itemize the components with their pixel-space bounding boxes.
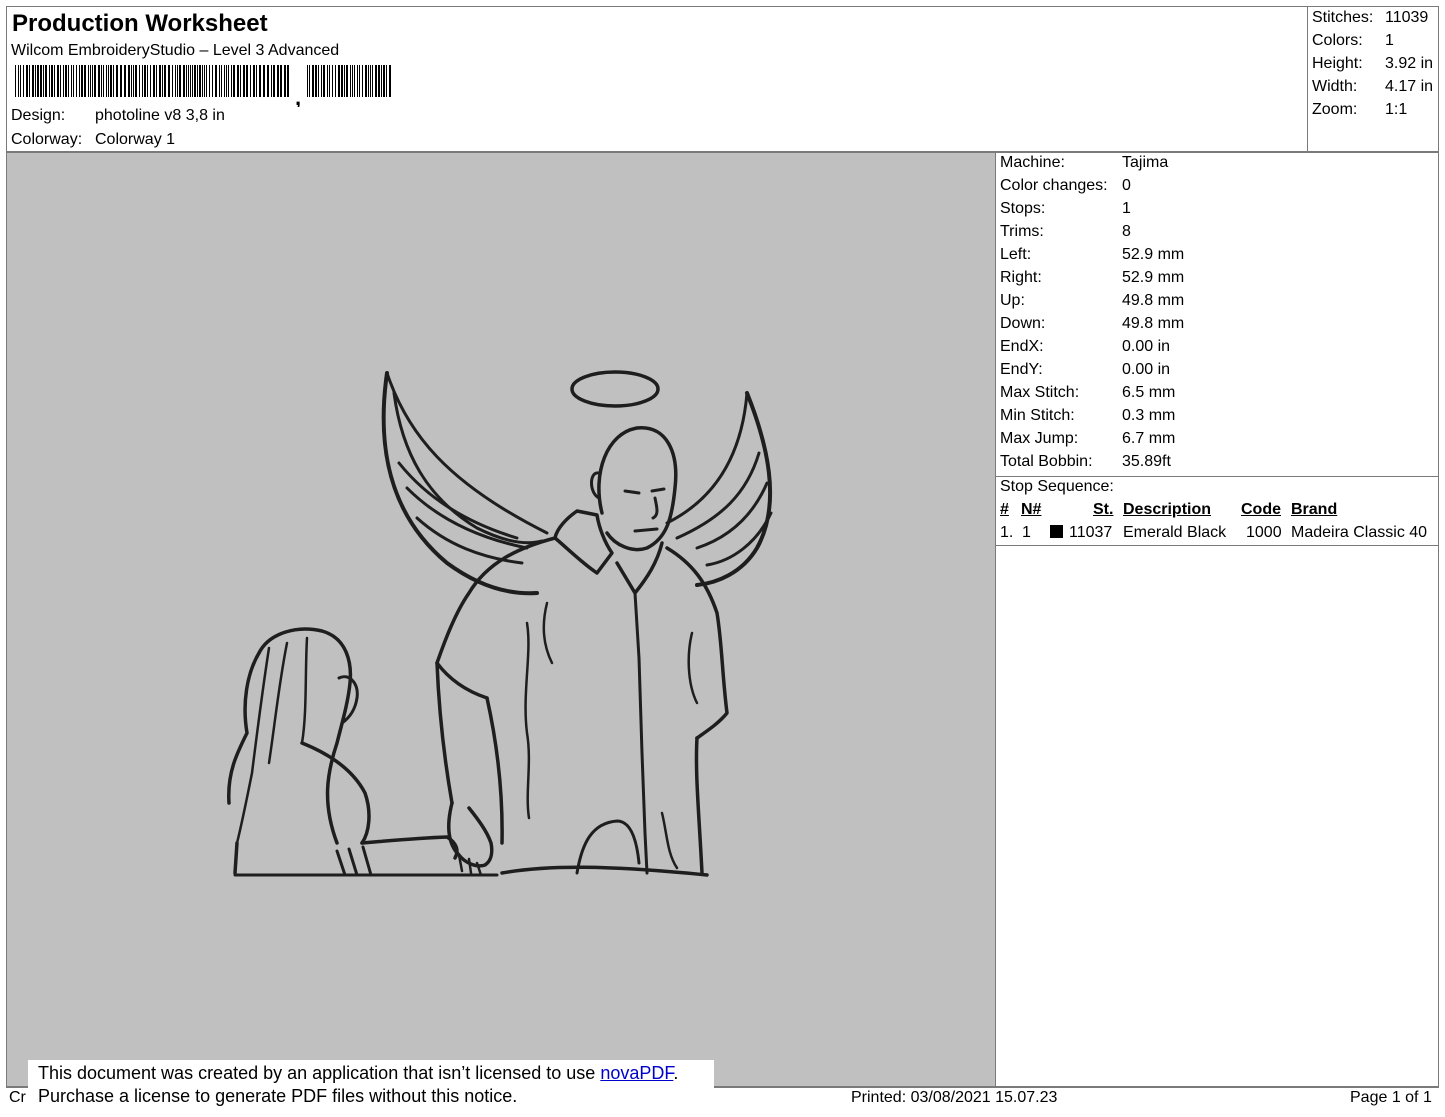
divider	[996, 545, 1438, 546]
license-notice: This document was created by an applicat…	[28, 1060, 714, 1116]
man-right-shoulder	[665, 546, 729, 740]
colorway-row: Colorway: Colorway 1	[11, 131, 175, 149]
man-shirt-left-side	[485, 696, 504, 845]
girl-hair-strand-3	[300, 636, 309, 745]
row-code: 1000	[1246, 524, 1282, 541]
info-color-changes: Color changes: 0	[1000, 177, 1131, 194]
stat-height: Height: 3.92 in	[1312, 55, 1434, 72]
novapdf-link[interactable]: novaPDF	[600, 1063, 673, 1083]
man-pants	[575, 819, 641, 875]
man-fold-2	[542, 601, 554, 665]
right-wing-inner	[665, 391, 749, 525]
girl-sleeve	[360, 835, 459, 860]
printed-timestamp: Printed: 03/08/2021 15.07.23	[851, 1089, 1058, 1106]
design-label: Design:	[11, 107, 66, 124]
col-stitches-header: St.	[1093, 501, 1114, 518]
man-collar	[553, 509, 614, 575]
worksheet-title: Production Worksheet	[12, 10, 268, 37]
info-min-stitch: Min Stitch: 0.3 mm	[1000, 407, 1176, 424]
summary-stats: Stitches: 11039 Colors: 1 Height: 3.92 in W…	[1307, 7, 1441, 151]
info-stops: Stops: 1	[1000, 200, 1131, 217]
row-description: Emerald Black	[1123, 524, 1227, 541]
info-down: Down: 49.8 mm	[1000, 315, 1185, 332]
software-name: Wilcom EmbroideryStudio – Level 3 Advanc…	[11, 42, 340, 59]
right-wing-feather	[675, 451, 761, 540]
man-shirt-right-side	[694, 736, 704, 875]
info-max-stitch: Max Stitch: 6.5 mm	[1000, 384, 1176, 401]
design-preview	[6, 152, 996, 1087]
barcode-suffix: ,	[295, 85, 301, 107]
col-description-header: Description	[1123, 501, 1212, 518]
page-number: Page 1 of 1	[1350, 1089, 1432, 1106]
col-needle-header: N#	[1021, 501, 1042, 518]
divider	[996, 476, 1438, 477]
man-arm	[435, 661, 454, 805]
footer-fragment: Cr	[9, 1089, 26, 1106]
info-total-bobbin: Total Bobbin: 35.89ft	[1000, 453, 1171, 470]
thread-color-swatch	[1050, 525, 1063, 538]
stop-sequence-title: Stop Sequence:	[1000, 478, 1114, 495]
man-fold-3	[687, 631, 699, 705]
info-right: Right: 52.9 mm	[1000, 269, 1185, 286]
worksheet-header: Production Worksheet Wilcom EmbroiderySt…	[6, 6, 1439, 152]
notice-line-1: This document was created by an applicat…	[38, 1063, 679, 1083]
man-fold-1	[524, 621, 531, 820]
stat-stitches: Stitches: 11039	[1312, 9, 1429, 26]
notice-line-2: Purchase a license to generate PDF files…	[38, 1086, 518, 1106]
embroidery-design	[227, 370, 773, 877]
row-needle: 1	[1022, 524, 1031, 541]
colorway-value: Colorway 1	[95, 131, 176, 148]
info-up: Up: 49.8 mm	[1000, 292, 1185, 309]
row-stitches: 11037	[1069, 524, 1113, 541]
man-placket	[633, 591, 649, 875]
girl-hair-strand-2	[267, 641, 289, 765]
stat-zoom: Zoom: 1:1	[1312, 101, 1408, 118]
col-brand-header: Brand	[1291, 501, 1338, 518]
info-trims: Trims: 8	[1000, 223, 1131, 240]
colorway-label: Colorway:	[11, 131, 83, 148]
left-wing-feather	[397, 461, 519, 540]
man-fold-4	[660, 811, 679, 870]
col-code-header: Code	[1241, 501, 1281, 518]
design-row: Design: photoline v8 3,8 in	[11, 107, 225, 125]
left-wing	[381, 371, 539, 596]
girl-sleeve-stripes	[335, 845, 373, 877]
info-endx: EndX: 0.00 in	[1000, 338, 1171, 355]
info-machine: Machine: Tajima	[1000, 154, 1169, 171]
info-left: Left: 52.9 mm	[1000, 246, 1185, 263]
info-endy: EndY: 0.00 in	[1000, 361, 1171, 378]
left-wing-inner	[392, 391, 544, 545]
man-eye-right	[650, 487, 666, 493]
row-index: 1.	[1000, 524, 1014, 541]
man-eye-left	[623, 489, 641, 495]
col-index-header: #	[1000, 501, 1009, 518]
design-value: photoline v8 3,8 in	[95, 107, 225, 124]
stat-width: Width: 4.17 in	[1312, 78, 1434, 95]
man-mouth	[633, 527, 659, 533]
barcode: ,	[15, 65, 391, 107]
girl-back	[233, 841, 239, 875]
info-max-jump: Max Jump: 6.7 mm	[1000, 430, 1176, 447]
row-brand: Madeira Classic 40	[1291, 524, 1428, 541]
man-shoulders	[435, 536, 557, 700]
man-nose	[651, 496, 659, 520]
girl-shoulder	[300, 741, 371, 845]
girl-hair-left	[227, 651, 261, 805]
machine-info-panel: Machine: Tajima Color changes: 0 Stops: 1 T…	[995, 152, 1439, 1087]
halo-shape	[570, 370, 660, 408]
stat-colors: Colors: 1	[1312, 32, 1394, 49]
